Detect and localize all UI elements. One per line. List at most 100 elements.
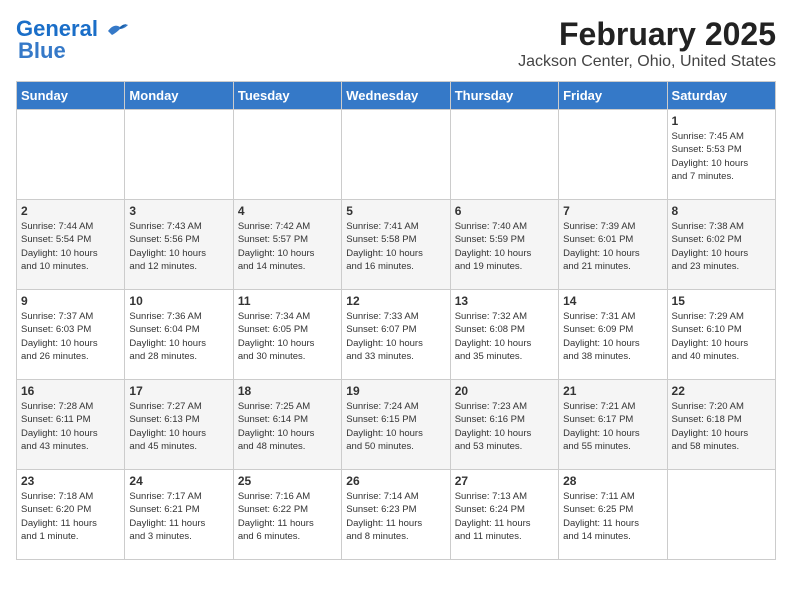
day-number: 25 — [238, 474, 337, 488]
calendar-day-cell — [233, 110, 341, 200]
calendar-day-cell: 21 Sunrise: 7:21 AM Sunset: 6:17 PM Dayli… — [559, 380, 667, 470]
day-info: Sunrise: 7:16 AM Sunset: 6:22 PM Dayligh… — [238, 490, 337, 543]
day-info: Sunrise: 7:33 AM Sunset: 6:07 PM Dayligh… — [346, 310, 445, 363]
day-number: 15 — [672, 294, 771, 308]
day-info: Sunrise: 7:11 AM Sunset: 6:25 PM Dayligh… — [563, 490, 662, 543]
calendar-day-cell: 12 Sunrise: 7:33 AM Sunset: 6:07 PM Dayli… — [342, 290, 450, 380]
calendar-day-cell: 13 Sunrise: 7:32 AM Sunset: 6:08 PM Dayli… — [450, 290, 558, 380]
day-number: 11 — [238, 294, 337, 308]
day-number: 23 — [21, 474, 120, 488]
day-number: 18 — [238, 384, 337, 398]
day-number: 14 — [563, 294, 662, 308]
day-number: 6 — [455, 204, 554, 218]
calendar-day-cell: 19 Sunrise: 7:24 AM Sunset: 6:15 PM Dayli… — [342, 380, 450, 470]
day-info: Sunrise: 7:29 AM Sunset: 6:10 PM Dayligh… — [672, 310, 771, 363]
calendar-day-cell: 5 Sunrise: 7:41 AM Sunset: 5:58 PM Daylig… — [342, 200, 450, 290]
day-number: 19 — [346, 384, 445, 398]
calendar-day-cell: 20 Sunrise: 7:23 AM Sunset: 6:16 PM Dayli… — [450, 380, 558, 470]
day-info: Sunrise: 7:13 AM Sunset: 6:24 PM Dayligh… — [455, 490, 554, 543]
day-number: 21 — [563, 384, 662, 398]
day-number: 13 — [455, 294, 554, 308]
day-info: Sunrise: 7:17 AM Sunset: 6:21 PM Dayligh… — [129, 490, 228, 543]
day-info: Sunrise: 7:45 AM Sunset: 5:53 PM Dayligh… — [672, 130, 771, 183]
calendar-day-cell: 28 Sunrise: 7:11 AM Sunset: 6:25 PM Dayli… — [559, 470, 667, 560]
day-of-week-header: Sunday — [17, 82, 125, 110]
day-info: Sunrise: 7:23 AM Sunset: 6:16 PM Dayligh… — [455, 400, 554, 453]
day-number: 17 — [129, 384, 228, 398]
day-number: 2 — [21, 204, 120, 218]
day-number: 12 — [346, 294, 445, 308]
title-area: February 2025 Jackson Center, Ohio, Unit… — [518, 16, 776, 71]
day-number: 8 — [672, 204, 771, 218]
calendar-subtitle: Jackson Center, Ohio, United States — [518, 53, 776, 71]
day-info: Sunrise: 7:41 AM Sunset: 5:58 PM Dayligh… — [346, 220, 445, 273]
calendar-day-cell: 6 Sunrise: 7:40 AM Sunset: 5:59 PM Daylig… — [450, 200, 558, 290]
day-number: 5 — [346, 204, 445, 218]
day-number: 7 — [563, 204, 662, 218]
calendar-day-cell: 11 Sunrise: 7:34 AM Sunset: 6:05 PM Dayli… — [233, 290, 341, 380]
calendar-day-cell: 8 Sunrise: 7:38 AM Sunset: 6:02 PM Daylig… — [667, 200, 775, 290]
day-info: Sunrise: 7:36 AM Sunset: 6:04 PM Dayligh… — [129, 310, 228, 363]
day-number: 10 — [129, 294, 228, 308]
day-info: Sunrise: 7:39 AM Sunset: 6:01 PM Dayligh… — [563, 220, 662, 273]
day-of-week-header: Monday — [125, 82, 233, 110]
day-info: Sunrise: 7:32 AM Sunset: 6:08 PM Dayligh… — [455, 310, 554, 363]
day-number: 4 — [238, 204, 337, 218]
calendar-week-row: 1 Sunrise: 7:45 AM Sunset: 5:53 PM Daylig… — [17, 110, 776, 200]
day-number: 22 — [672, 384, 771, 398]
calendar-day-cell: 26 Sunrise: 7:14 AM Sunset: 6:23 PM Dayli… — [342, 470, 450, 560]
calendar-day-cell — [342, 110, 450, 200]
calendar-day-cell: 9Sunrise: 7:37 AM Sunset: 6:03 PM Daylig… — [17, 290, 125, 380]
logo: General Blue — [16, 16, 128, 64]
calendar-day-cell — [125, 110, 233, 200]
day-info: Sunrise: 7:21 AM Sunset: 6:17 PM Dayligh… — [563, 400, 662, 453]
day-of-week-header: Thursday — [450, 82, 558, 110]
calendar-header-row: SundayMondayTuesdayWednesdayThursdayFrid… — [17, 82, 776, 110]
day-info: Sunrise: 7:14 AM Sunset: 6:23 PM Dayligh… — [346, 490, 445, 543]
calendar-day-cell: 23 Sunrise: 7:18 AM Sunset: 6:20 PM Dayli… — [17, 470, 125, 560]
day-of-week-header: Friday — [559, 82, 667, 110]
day-number: 20 — [455, 384, 554, 398]
day-info: Sunrise: 7:37 AM Sunset: 6:03 PM Dayligh… — [21, 310, 120, 363]
day-info: Sunrise: 7:31 AM Sunset: 6:09 PM Dayligh… — [563, 310, 662, 363]
day-info: Sunrise: 7:42 AM Sunset: 5:57 PM Dayligh… — [238, 220, 337, 273]
day-number: 16 — [21, 384, 120, 398]
day-of-week-header: Tuesday — [233, 82, 341, 110]
calendar-table: SundayMondayTuesdayWednesdayThursdayFrid… — [16, 81, 776, 560]
calendar-day-cell: 14 Sunrise: 7:31 AM Sunset: 6:09 PM Dayli… — [559, 290, 667, 380]
calendar-day-cell: 15 Sunrise: 7:29 AM Sunset: 6:10 PM Dayli… — [667, 290, 775, 380]
day-info: Sunrise: 7:34 AM Sunset: 6:05 PM Dayligh… — [238, 310, 337, 363]
day-info: Sunrise: 7:20 AM Sunset: 6:18 PM Dayligh… — [672, 400, 771, 453]
day-number: 24 — [129, 474, 228, 488]
calendar-day-cell: 24 Sunrise: 7:17 AM Sunset: 6:21 PM Dayli… — [125, 470, 233, 560]
calendar-week-row: 16 Sunrise: 7:28 AM Sunset: 6:11 PM Dayli… — [17, 380, 776, 470]
day-info: Sunrise: 7:24 AM Sunset: 6:15 PM Dayligh… — [346, 400, 445, 453]
day-number: 27 — [455, 474, 554, 488]
calendar-day-cell: 2 Sunrise: 7:44 AM Sunset: 5:54 PM Daylig… — [17, 200, 125, 290]
calendar-day-cell: 10 Sunrise: 7:36 AM Sunset: 6:04 PM Dayli… — [125, 290, 233, 380]
calendar-day-cell: 16 Sunrise: 7:28 AM Sunset: 6:11 PM Dayli… — [17, 380, 125, 470]
day-number: 26 — [346, 474, 445, 488]
logo-blue-text: Blue — [18, 38, 66, 64]
day-info: Sunrise: 7:25 AM Sunset: 6:14 PM Dayligh… — [238, 400, 337, 453]
day-info: Sunrise: 7:27 AM Sunset: 6:13 PM Dayligh… — [129, 400, 228, 453]
day-of-week-header: Wednesday — [342, 82, 450, 110]
day-number: 28 — [563, 474, 662, 488]
calendar-day-cell — [17, 110, 125, 200]
calendar-day-cell: 22 Sunrise: 7:20 AM Sunset: 6:18 PM Dayli… — [667, 380, 775, 470]
calendar-week-row: 23 Sunrise: 7:18 AM Sunset: 6:20 PM Dayli… — [17, 470, 776, 560]
day-number: 1 — [672, 114, 771, 128]
calendar-day-cell: 1 Sunrise: 7:45 AM Sunset: 5:53 PM Daylig… — [667, 110, 775, 200]
calendar-week-row: 9Sunrise: 7:37 AM Sunset: 6:03 PM Daylig… — [17, 290, 776, 380]
calendar-title: February 2025 — [518, 16, 776, 53]
day-info: Sunrise: 7:40 AM Sunset: 5:59 PM Dayligh… — [455, 220, 554, 273]
day-info: Sunrise: 7:38 AM Sunset: 6:02 PM Dayligh… — [672, 220, 771, 273]
calendar-day-cell — [450, 110, 558, 200]
calendar-day-cell — [559, 110, 667, 200]
calendar-day-cell: 3Sunrise: 7:43 AM Sunset: 5:56 PM Daylig… — [125, 200, 233, 290]
day-info: Sunrise: 7:28 AM Sunset: 6:11 PM Dayligh… — [21, 400, 120, 453]
calendar-day-cell: 25 Sunrise: 7:16 AM Sunset: 6:22 PM Dayli… — [233, 470, 341, 560]
day-info: Sunrise: 7:44 AM Sunset: 5:54 PM Dayligh… — [21, 220, 120, 273]
day-info: Sunrise: 7:18 AM Sunset: 6:20 PM Dayligh… — [21, 490, 120, 543]
calendar-day-cell: 18 Sunrise: 7:25 AM Sunset: 6:14 PM Dayli… — [233, 380, 341, 470]
